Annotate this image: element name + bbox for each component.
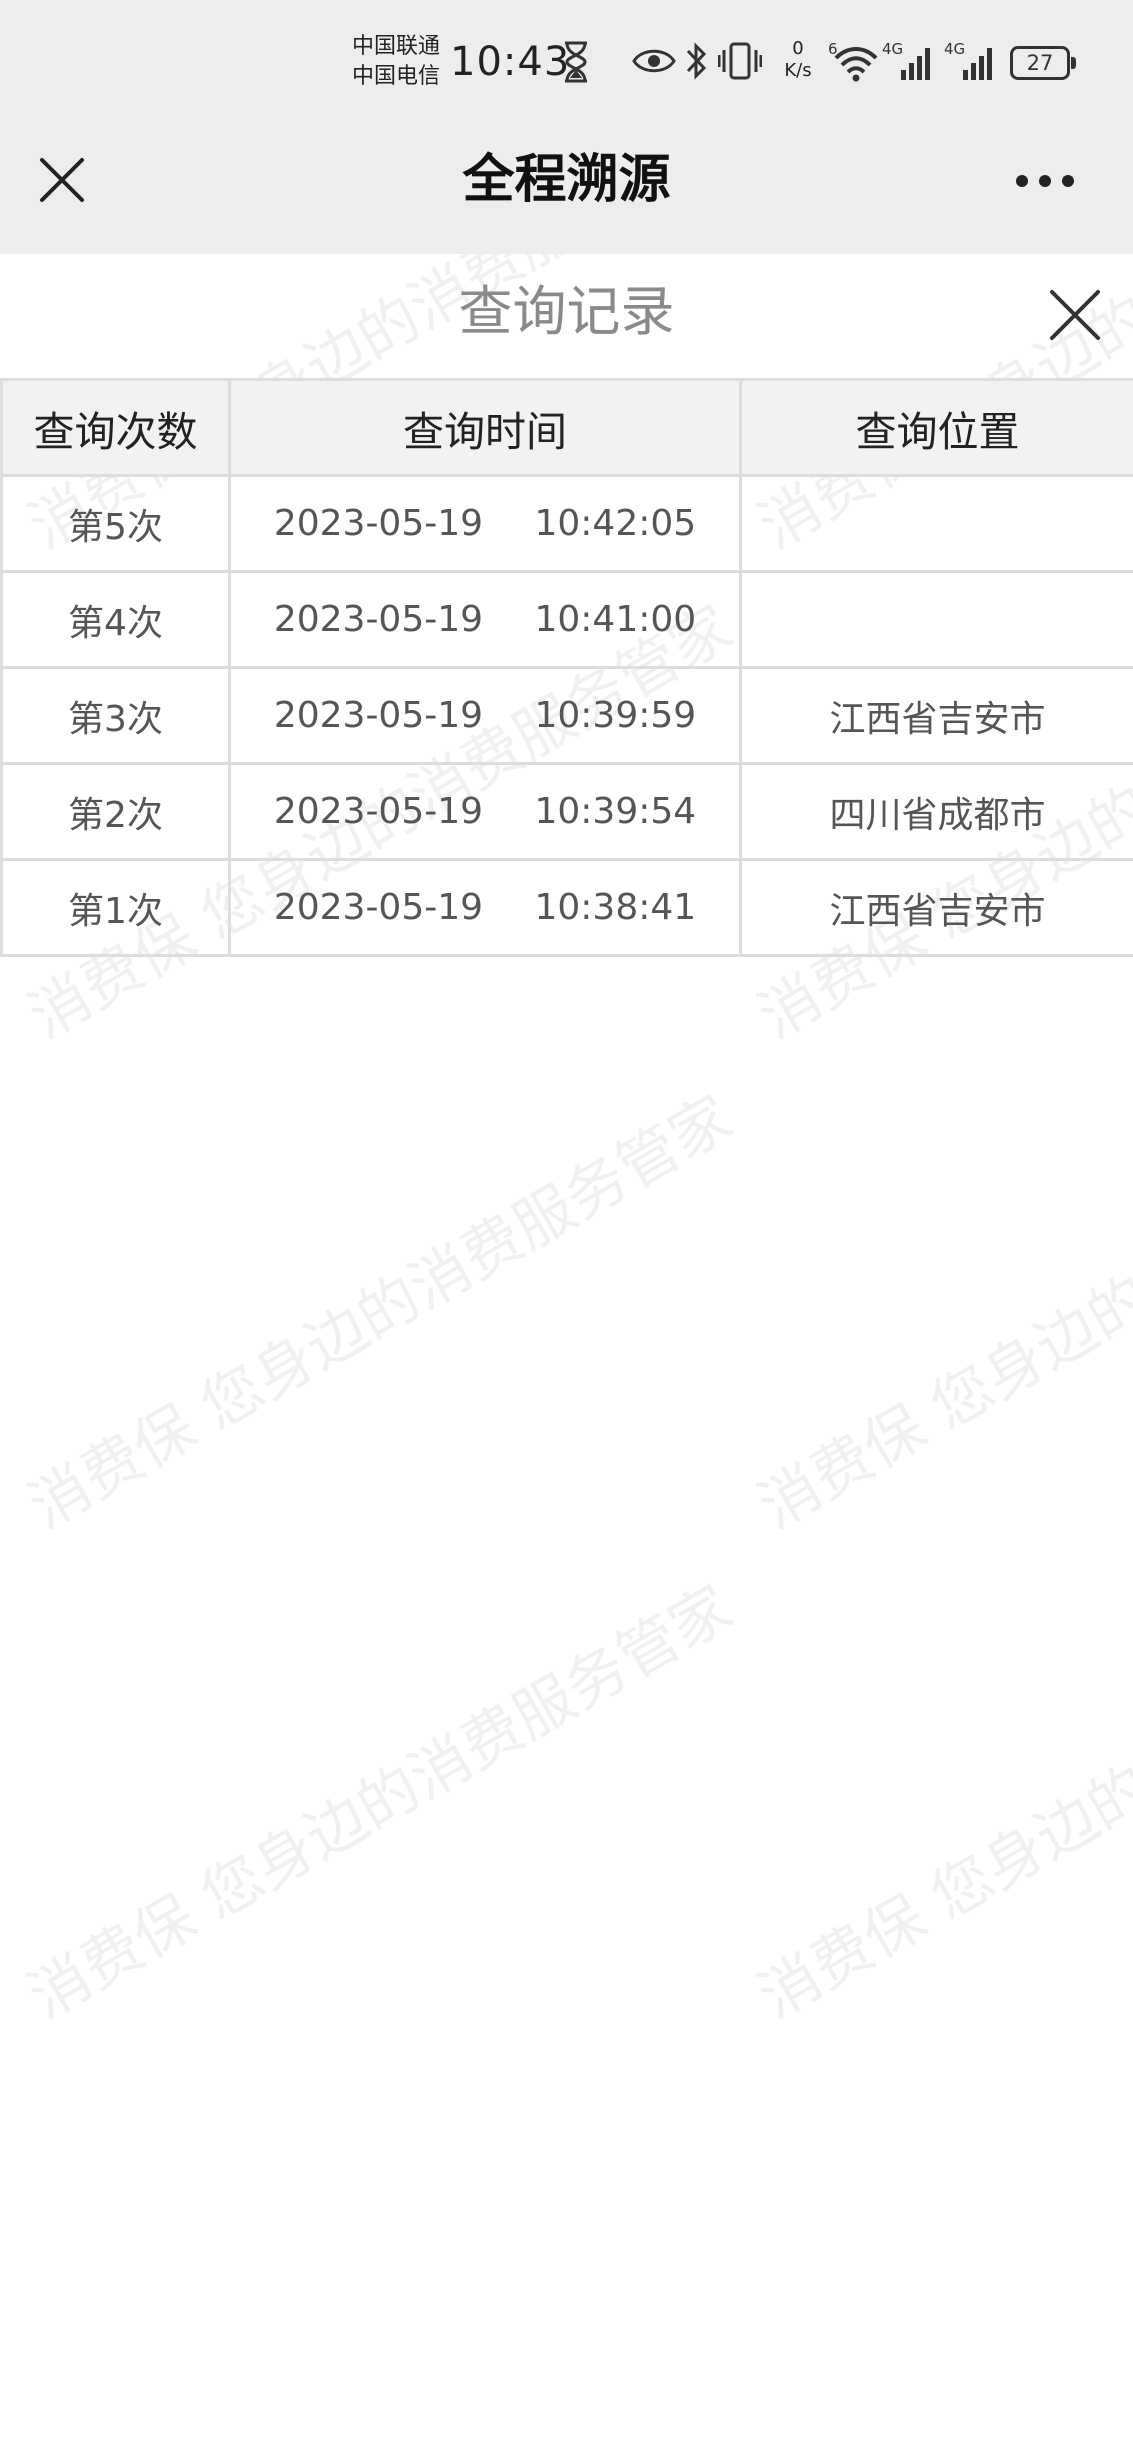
table-row: 第5次 2023-05-19 10:42:05: [0, 474, 1133, 573]
header-query-count: 查询次数: [0, 378, 231, 477]
cell-time: 2023-05-19 10:42:05: [228, 474, 742, 573]
watermark-text: 消费保 您身边的消费服务管家: [17, 1572, 745, 2033]
wifi-indicator: 6: [828, 40, 880, 84]
signal-indicator-2: 4G: [944, 40, 1000, 84]
carrier-line-2: 中国电信: [352, 64, 441, 89]
more-icon[interactable]: [1014, 166, 1076, 196]
cell-count: 第2次: [0, 762, 231, 861]
status-clock: 10:43: [450, 39, 571, 85]
cell-location: 江西省吉安市: [739, 858, 1133, 957]
carrier-info: 中国联通 中国电信: [352, 32, 440, 92]
cell-count: 第3次: [0, 666, 231, 765]
page-title: 全程溯源: [462, 150, 671, 210]
watermark-text: 消费保 您身边的消费服务管家: [747, 1572, 1133, 2033]
battery-level: 27: [1026, 51, 1054, 75]
close-icon[interactable]: [1048, 288, 1102, 342]
hourglass-icon: [565, 41, 587, 83]
battery-icon: 27: [1010, 46, 1076, 80]
bluetooth-icon: [686, 42, 707, 80]
table-row: 第1次 2023-05-19 10:38:41 江西省吉安市: [0, 858, 1133, 957]
cell-time: 2023-05-19 10:41:00: [228, 570, 742, 669]
cell-location: 江西省吉安市: [739, 666, 1133, 765]
table-row: 第4次 2023-05-19 10:41:00: [0, 570, 1133, 669]
nav-bar: 全程溯源: [0, 126, 1133, 254]
wifi-icon: [834, 47, 878, 82]
table-row: 第2次 2023-05-19 10:39:54 四川省成都市: [0, 762, 1133, 861]
cell-count: 第4次: [0, 570, 231, 669]
cell-time: 2023-05-19 10:38:41: [228, 858, 742, 957]
signal-icon: [901, 48, 930, 80]
header-query-time: 查询时间: [228, 378, 742, 477]
cell-count: 第1次: [0, 858, 231, 957]
query-record-table: 查询次数 查询时间 查询位置 第5次 2023-05-19 10:42:05 第…: [0, 378, 1133, 957]
eye-icon: [632, 49, 676, 73]
cell-location: [739, 474, 1133, 573]
net-speed: 0 K/s: [776, 38, 820, 82]
header-query-location: 查询位置: [739, 378, 1133, 477]
carrier-line-1: 中国联通: [352, 34, 441, 59]
watermark-text: 消费保 您身边的消费服务管家: [747, 1082, 1133, 1543]
net-speed-value: 0: [792, 38, 804, 59]
cell-location: [739, 570, 1133, 669]
cell-time: 2023-05-19 10:39:54: [228, 762, 742, 861]
table-header-row: 查询次数 查询时间 查询位置: [0, 378, 1133, 477]
cell-time: 2023-05-19 10:39:59: [228, 666, 742, 765]
modal-title: 查询记录: [458, 280, 675, 343]
cell-count: 第5次: [0, 474, 231, 573]
vibrate-icon: [718, 42, 762, 80]
cell-location: 四川省成都市: [739, 762, 1133, 861]
watermark-text: 消费保 您身边的消费服务管家: [17, 1082, 745, 1543]
signal-icon: [963, 48, 992, 80]
table-row: 第3次 2023-05-19 10:39:59 江西省吉安市: [0, 666, 1133, 765]
net-speed-unit: K/s: [784, 60, 812, 81]
status-bar: 中国联通 中国电信 10:43 0 K/s 6 4G 4G 27: [0, 0, 1133, 126]
signal-indicator-1: 4G: [882, 40, 938, 84]
